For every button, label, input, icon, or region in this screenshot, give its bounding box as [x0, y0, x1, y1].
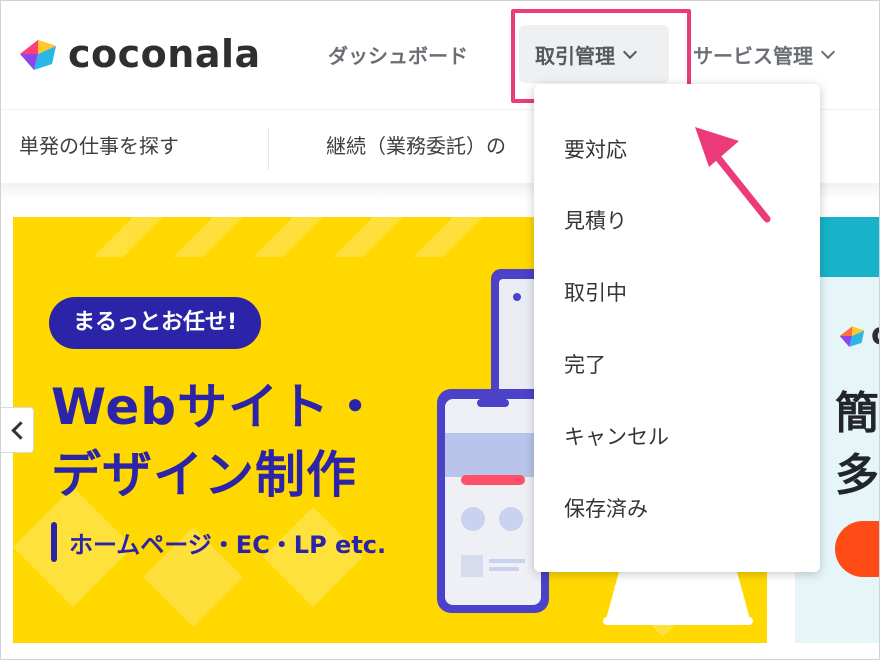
screenshot-frame: coconala ダッシュボード 取引管理 サービス管理 単発の仕事を探す 継続…	[0, 0, 880, 660]
banner-headline-1: Webサイト・	[51, 378, 382, 436]
banner2-line-2: 多	[835, 450, 879, 501]
nav-service-management[interactable]: サービス管理	[693, 25, 836, 83]
menu-item-saved[interactable]: 保存済み	[564, 493, 648, 523]
coconala-logo-icon	[839, 326, 865, 347]
nav-dashboard[interactable]: ダッシュボード	[328, 25, 468, 83]
banner2-line-1: 簡	[835, 388, 879, 439]
logo[interactable]: coconala	[16, 29, 261, 79]
coconala-logo-icon	[20, 40, 56, 70]
pointer-arrow-icon	[695, 127, 771, 223]
banner2-logo-letter: c	[871, 317, 879, 352]
subnav-continuous[interactable]: 継続（業務委託）の	[326, 130, 506, 159]
subnav-find-jobs[interactable]: 単発の仕事を探す	[19, 130, 179, 159]
nav-dashboard-label: ダッシュボード	[328, 43, 468, 68]
menu-item-cancelled[interactable]: キャンセル	[564, 421, 669, 451]
menu-item-in-progress[interactable]: 取引中	[564, 277, 627, 307]
chevron-left-icon	[10, 420, 30, 440]
brand-name: coconala	[68, 32, 261, 76]
chevron-down-icon	[820, 44, 836, 59]
banner2-cta	[835, 521, 879, 577]
carousel-prev-button[interactable]	[1, 407, 34, 453]
banner-sub-bar	[51, 522, 57, 562]
menu-item-completed[interactable]: 完了	[564, 349, 606, 379]
banner-subtitle: ホームページ・EC・LP etc.	[69, 531, 387, 559]
nav-service-label: サービス管理	[693, 43, 813, 68]
menu-item-action-required[interactable]: 要対応	[564, 134, 627, 164]
banner-headline-2: デザイン制作	[51, 446, 357, 504]
promo-pill: まるっとお任せ!	[49, 297, 262, 349]
subnav-divider	[268, 128, 269, 170]
menu-item-quotes[interactable]: 見積り	[564, 205, 627, 235]
